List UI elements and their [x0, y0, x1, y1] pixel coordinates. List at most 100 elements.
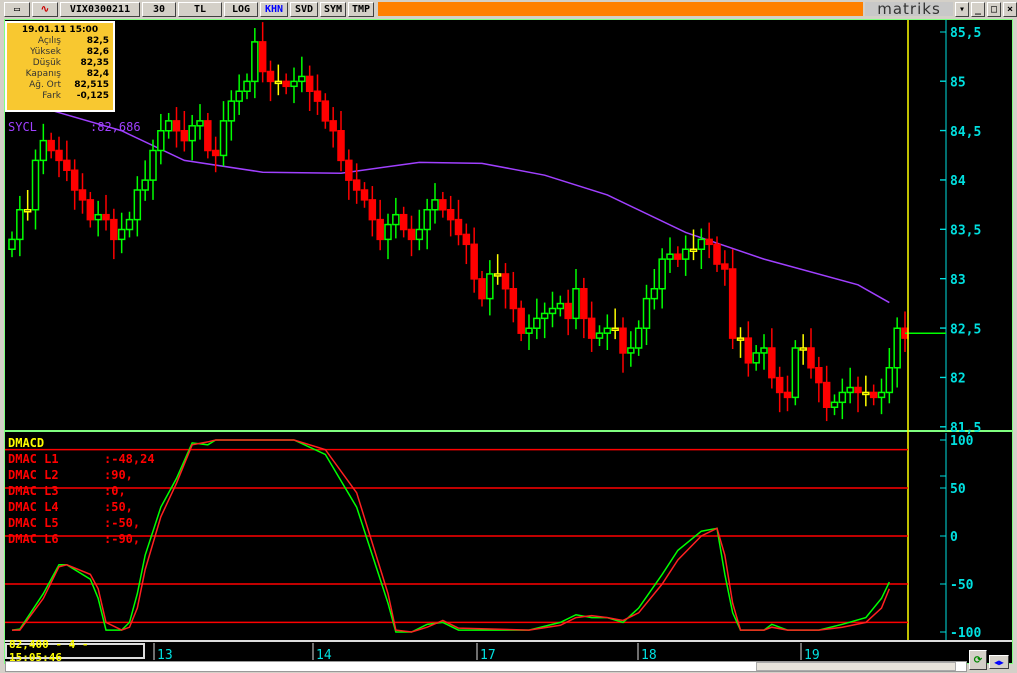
- candle-up: [196, 120, 204, 127]
- candle-up: [752, 352, 760, 364]
- dmacd-line-value: :0,: [104, 484, 126, 498]
- candle-up: [689, 248, 698, 252]
- candle-down: [55, 149, 63, 162]
- candle-up: [642, 297, 651, 329]
- price-tick-label: 83: [950, 273, 966, 288]
- candle-down: [854, 386, 862, 394]
- candle-down: [102, 213, 110, 221]
- candle-up: [603, 327, 612, 334]
- dmacd-tick-label: 50: [950, 482, 966, 497]
- candle-up: [572, 288, 580, 320]
- price-tick-label: 84,5: [950, 125, 981, 140]
- candle-down: [705, 238, 713, 246]
- candle-up: [493, 273, 502, 277]
- price-tick-label: 83,5: [950, 224, 981, 239]
- candle-up: [525, 327, 533, 334]
- candle-down: [783, 391, 792, 399]
- dmacd-line-label: DMAC L2: [8, 468, 59, 482]
- candle-up: [595, 332, 604, 339]
- candle-down: [768, 347, 776, 379]
- candle-down: [775, 376, 784, 394]
- candle-down: [619, 327, 627, 354]
- candle-up: [893, 327, 901, 369]
- candle-down: [78, 189, 87, 201]
- candle-down: [470, 243, 478, 280]
- info-label: Açılış: [37, 36, 61, 46]
- candle-up: [125, 218, 134, 231]
- candle-up: [235, 90, 243, 102]
- dmacd-tick-label: 0: [950, 530, 958, 545]
- candle-up: [486, 273, 494, 300]
- candle-up: [23, 209, 32, 213]
- candle-up: [290, 80, 298, 88]
- candle-down: [345, 159, 353, 181]
- candle-down: [462, 233, 471, 246]
- candle-up: [392, 213, 400, 226]
- candle-up: [149, 149, 157, 181]
- chart-svg: 85,58584,58483,58382,58281,5100500-50-10…: [5, 20, 1012, 663]
- candle-down: [815, 367, 823, 384]
- candle-up: [533, 317, 541, 329]
- scrollbar-thumb[interactable]: [756, 662, 956, 671]
- candle-down: [337, 130, 345, 162]
- scroll-arrows-icon[interactable]: ◀▶: [989, 655, 1009, 669]
- candle-down: [376, 218, 384, 241]
- horizontal-scrollbar[interactable]: [5, 661, 967, 672]
- candle-up: [885, 367, 894, 394]
- dmacd-line-value: :-48,24: [104, 452, 155, 466]
- info-label: Yüksek: [30, 47, 61, 57]
- dmacd-line-label: DMAC L3: [8, 484, 59, 498]
- candle-down: [282, 80, 290, 88]
- info-label: Düşük: [32, 58, 61, 68]
- candle-up: [548, 307, 557, 315]
- info-label: Ağ. Ort: [29, 80, 61, 90]
- info-value: 82,35: [80, 58, 109, 68]
- price-tick-label: 85: [950, 75, 966, 90]
- info-label: Fark: [42, 91, 61, 101]
- candle-up: [681, 248, 690, 260]
- candle-down: [869, 391, 878, 399]
- dmacd-line-label: DMAC L5: [8, 516, 59, 530]
- candle-up: [415, 228, 424, 241]
- candle-up: [39, 139, 48, 162]
- candle-up: [423, 209, 431, 231]
- dmacd-tick-label: -50: [950, 578, 974, 593]
- candle-up: [830, 401, 839, 408]
- info-value: 82,515: [74, 80, 109, 90]
- candle-up: [634, 327, 643, 349]
- candle-down: [509, 288, 518, 310]
- info-datetime: 19.01.11 15:00: [21, 25, 99, 35]
- candle-down: [407, 228, 416, 241]
- candle-down: [744, 337, 753, 364]
- candle-up: [650, 288, 659, 300]
- sycl-value: :82,686: [90, 120, 141, 134]
- candle-up: [188, 125, 196, 142]
- candle-down: [517, 307, 525, 334]
- candle-down: [266, 70, 275, 83]
- candle-up: [666, 253, 674, 260]
- candle-down: [329, 120, 337, 132]
- info-value: 82,5: [86, 36, 109, 46]
- candle-down: [713, 243, 721, 265]
- candle-down: [368, 199, 377, 221]
- candle-down: [204, 120, 212, 152]
- candle-down: [172, 120, 181, 132]
- sycl-label: SYCL: [8, 120, 37, 134]
- dmacd-title: DMACD: [8, 436, 45, 450]
- candle-up: [298, 75, 306, 83]
- candle-down: [587, 317, 596, 339]
- candle-up: [219, 120, 228, 157]
- sycl-moving-average-line: [43, 107, 890, 304]
- candle-down: [454, 218, 463, 236]
- price-tick-label: 82,5: [950, 322, 981, 337]
- candle-up: [862, 391, 870, 396]
- candle-down: [352, 179, 361, 191]
- candle-up: [243, 80, 251, 92]
- candle-down: [360, 189, 369, 201]
- dmacd-line-value: :-90,: [104, 532, 141, 546]
- candle-up: [540, 312, 549, 320]
- candle-down: [501, 273, 510, 290]
- refresh-icon[interactable]: ⟳: [969, 650, 987, 670]
- candle-up: [141, 179, 149, 191]
- candle-down: [580, 288, 588, 320]
